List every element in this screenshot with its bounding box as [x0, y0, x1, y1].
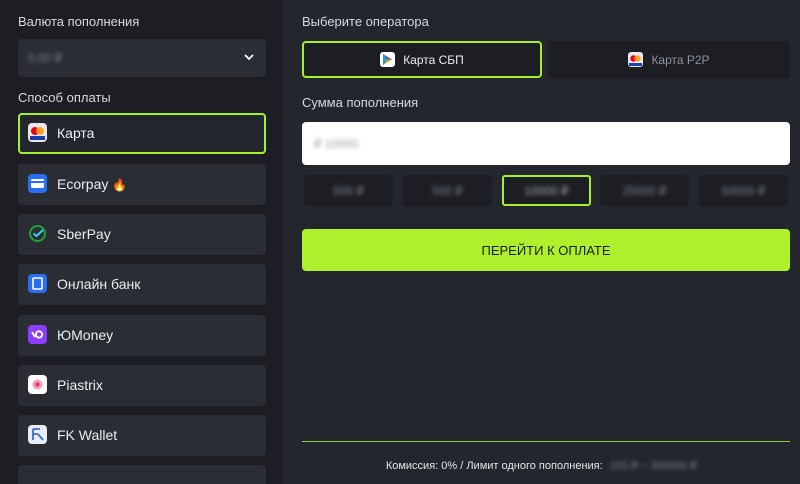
- operator-label: Выберите оператора: [302, 14, 429, 29]
- method-ecorpay[interactable]: Ecorpay 🔥: [18, 164, 266, 205]
- sberpay-icon: [28, 224, 47, 243]
- preset-value: 50000 ₽: [721, 183, 766, 198]
- fk-wallet-icon: [28, 425, 47, 444]
- bank-card-icon: [28, 123, 47, 142]
- method-label: ЮMoney: [57, 327, 114, 343]
- sbp-icon: [380, 52, 396, 67]
- method-label: Piastrix: [57, 377, 103, 393]
- operator-sbp[interactable]: Карта СБП: [302, 41, 542, 78]
- method-label: Онлайн банк: [57, 276, 141, 292]
- preset-value: 25000 ₽: [622, 183, 667, 198]
- method-label: FK Wallet: [57, 427, 118, 443]
- operator-label-sbp: Карта СБП: [403, 52, 464, 67]
- preset-value: 500 ₽: [333, 183, 364, 198]
- amount-input[interactable]: ₽ 10000: [302, 122, 790, 165]
- footer-info: Комиссия: 0% / Лимит одного пополнения: …: [283, 459, 800, 472]
- method-yoomoney[interactable]: ЮMoney: [18, 315, 266, 356]
- method-label-text: Ecorpay: [57, 176, 109, 192]
- currency-label: Валюта пополнения: [18, 14, 140, 29]
- method-fk-wallet[interactable]: FK Wallet: [18, 415, 266, 456]
- method-sberpay[interactable]: SberPay: [18, 214, 266, 255]
- payment-method-label: Способ оплаты: [18, 90, 111, 105]
- fire-icon: 🔥: [112, 178, 128, 192]
- method-more[interactable]: [18, 465, 266, 484]
- preset-amount-selected[interactable]: 10000 ₽: [502, 175, 591, 206]
- operator-p2p[interactable]: Карта P2P: [548, 41, 790, 78]
- commission-limit-text: Комиссия: 0% / Лимит одного пополнения:: [385, 460, 603, 472]
- limit-value: 100 ₽ – 300000 ₽: [609, 460, 698, 472]
- yoomoney-icon: [28, 325, 47, 344]
- preset-amount[interactable]: 50000 ₽: [699, 175, 788, 206]
- chevron-down-icon: [244, 54, 254, 61]
- method-piastrix[interactable]: Piastrix: [18, 365, 266, 406]
- preset-amount[interactable]: 500 ₽: [403, 175, 492, 206]
- preset-amount[interactable]: 500 ₽: [304, 175, 393, 206]
- go-to-payment-button[interactable]: ПЕРЕЙТИ К ОПЛАТЕ: [302, 229, 790, 271]
- operator-label-p2p: Карта P2P: [651, 52, 710, 67]
- method-label: SberPay: [57, 226, 111, 242]
- currency-select[interactable]: 0.00 ₽: [18, 39, 266, 77]
- left-panel: Валюта пополнения 0.00 ₽ Способ оплаты К…: [0, 0, 283, 484]
- amount-placeholder: ₽ 10000: [314, 137, 359, 151]
- divider: [302, 441, 790, 442]
- piastrix-icon: [28, 375, 47, 394]
- preset-value: 500 ₽: [432, 183, 463, 198]
- currency-value: 0.00 ₽: [28, 51, 63, 65]
- method-card[interactable]: Карта: [18, 113, 266, 154]
- amount-label: Сумма пополнения: [302, 95, 419, 110]
- preset-amount[interactable]: 25000 ₽: [600, 175, 689, 206]
- method-label: Карта: [57, 125, 95, 141]
- method-label: Ecorpay 🔥: [57, 176, 127, 192]
- ecorpay-card-icon: [28, 174, 47, 193]
- method-online-bank[interactable]: Онлайн банк: [18, 264, 266, 305]
- preset-value: 10000 ₽: [524, 183, 569, 198]
- online-bank-icon: [28, 274, 47, 293]
- mastercard-icon: [628, 52, 644, 67]
